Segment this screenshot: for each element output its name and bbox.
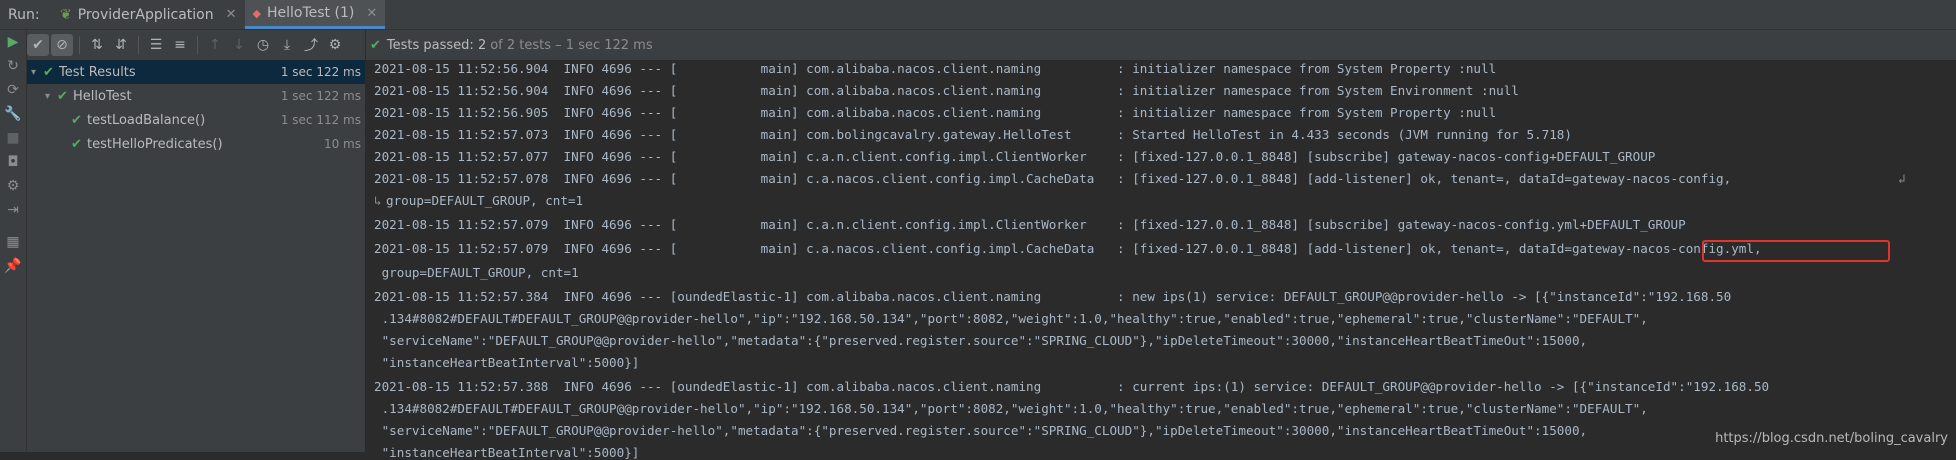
history-icon[interactable]: ◷ xyxy=(252,34,274,56)
toolbar-separator xyxy=(197,36,198,54)
console-line: 2021-08-15 11:52:57.384 INFO 4696 --- [o… xyxy=(374,289,1732,304)
close-icon[interactable]: ✕ xyxy=(226,7,237,22)
console-line: 2021-08-15 11:52:57.388 INFO 4696 --- [o… xyxy=(374,379,1770,394)
tree-row-duration: 1 sec 112 ms xyxy=(280,113,361,127)
test-toolbar: ✔ ⊘ ⇅ ⇵ ☰ ≡ ↑ ↓ ◷ ⤓ ⤴ ⚙ xyxy=(27,30,365,60)
console-line: 2021-08-15 11:52:56.904 INFO 4696 --- [ … xyxy=(374,61,1497,76)
test-status-bar: ✔ Tests passed: 2 of 2 tests – 1 sec 122… xyxy=(366,30,1956,60)
tests-passed-label: Tests passed: 2 xyxy=(386,37,487,53)
console-line: 2021-08-15 11:52:57.078 INFO 4696 --- [ … xyxy=(374,171,1739,186)
tree-row-hello-test[interactable]: ▾ ✔ HelloTest 1 sec 122 ms xyxy=(27,84,365,108)
console-line: group=DEFAULT_GROUP, cnt=1 xyxy=(386,193,584,208)
console-line: 2021-08-15 11:52:56.905 INFO 4696 --- [ … xyxy=(374,105,1497,120)
tree-row-label: Test Results xyxy=(59,64,136,80)
console-line: 2021-08-15 11:52:56.904 INFO 4696 --- [ … xyxy=(374,83,1519,98)
wrench-icon[interactable]: 🔧 xyxy=(3,104,23,124)
tab-label: HelloTest (1) xyxy=(266,5,355,21)
check-icon: ✔ xyxy=(57,88,68,104)
tree-row-test-hello-predicates[interactable]: ✔ testHelloPredicates() 10 ms xyxy=(27,132,365,156)
tab-hello-test[interactable]: ◆ HelloTest (1) ✕ xyxy=(244,0,386,29)
console-line: "instanceHeartBeatInterval":5000}] xyxy=(374,445,640,460)
layout-icon[interactable]: ▦ xyxy=(3,232,23,252)
tree-row-label: testLoadBalance() xyxy=(87,112,206,128)
sort-alpha-icon[interactable]: ⇅ xyxy=(86,34,108,56)
rerun-icon[interactable]: ▶ xyxy=(3,32,23,52)
chevron-down-icon[interactable]: ▾ xyxy=(45,91,57,102)
tab-provider-application[interactable]: ❦ ProviderApplication ✕ xyxy=(52,0,245,29)
check-icon: ✔ xyxy=(43,64,54,80)
console-line: .134#8082#DEFAULT#DEFAULT_GROUP@@provide… xyxy=(374,311,1648,326)
toggle-autotest-icon[interactable]: ⟳ xyxy=(3,80,23,100)
soft-wrap-continue-icon: ↳ xyxy=(374,193,382,208)
export-tests-icon[interactable]: ⤴ xyxy=(300,34,322,56)
highlight-box xyxy=(1702,240,1890,262)
check-icon: ✔ xyxy=(71,112,82,128)
gear-icon[interactable]: ⚙ xyxy=(324,34,346,56)
show-passed-icon[interactable]: ✔ xyxy=(27,34,49,56)
console-line: 2021-08-15 11:52:57.079 INFO 4696 --- [ … xyxy=(374,241,1762,256)
next-failed-icon[interactable]: ↓ xyxy=(228,34,250,56)
test-tree: ▾ ✔ Test Results 1 sec 122 ms ▾ ✔ HelloT… xyxy=(27,60,365,156)
tree-row-label: testHelloPredicates() xyxy=(87,136,223,152)
pin-icon[interactable]: 📌 xyxy=(3,256,23,276)
console-line: "serviceName":"DEFAULT_GROUP@@provider-h… xyxy=(374,333,1588,348)
tree-row-test-results[interactable]: ▾ ✔ Test Results 1 sec 122 ms xyxy=(27,60,365,84)
previous-failed-icon[interactable]: ↑ xyxy=(204,34,226,56)
console-line: .134#8082#DEFAULT#DEFAULT_GROUP@@provide… xyxy=(374,401,1648,416)
expand-all-icon[interactable]: ☰ xyxy=(145,34,167,56)
console-line: group=DEFAULT_GROUP, cnt=1 xyxy=(374,265,579,280)
sort-duration-icon[interactable]: ⇵ xyxy=(110,34,132,56)
settings-icon[interactable]: ⚙ xyxy=(3,176,23,196)
toolbar-separator xyxy=(138,36,139,54)
watermark: https://blog.csdn.net/boling_cavalry xyxy=(1715,431,1948,446)
camera-icon[interactable]: ◘ xyxy=(3,152,23,172)
console-output[interactable]: 2021-08-15 11:52:56.904 INFO 4696 --- [ … xyxy=(366,60,1956,460)
tab-label: ProviderApplication xyxy=(77,6,214,23)
console-line: 2021-08-15 11:52:57.073 INFO 4696 --- [ … xyxy=(374,127,1572,142)
import-tests-icon[interactable]: ⤓ xyxy=(276,34,298,56)
tests-passed-detail: of 2 tests – 1 sec 122 ms xyxy=(490,37,653,53)
show-ignored-icon[interactable]: ⊘ xyxy=(51,34,73,56)
spring-leaf-icon: ❦ xyxy=(60,6,72,23)
close-icon[interactable]: ✕ xyxy=(366,6,377,21)
check-icon: ✔ xyxy=(370,37,381,53)
console-line: "serviceName":"DEFAULT_GROUP@@provider-h… xyxy=(374,423,1588,438)
console-line: "instanceHeartBeatInterval":5000}] xyxy=(374,355,640,370)
run-actions-bar: ▶ ↻ ⟳ 🔧 ■ ◘ ⚙ ⇥ ▦ 📌 xyxy=(0,30,27,452)
chevron-down-icon[interactable]: ▾ xyxy=(31,67,43,78)
check-icon: ✔ xyxy=(71,136,82,152)
stop-icon[interactable]: ■ xyxy=(3,128,23,148)
tree-row-test-load-balance[interactable]: ✔ testLoadBalance() 1 sec 112 ms xyxy=(27,108,365,132)
test-class-icon: ◆ xyxy=(252,6,261,20)
run-label: Run: xyxy=(8,6,40,23)
soft-wrap-icon: ↲ xyxy=(1898,171,1906,186)
console-line: 2021-08-15 11:52:57.079 INFO 4696 --- [ … xyxy=(374,217,1686,232)
run-tab-bar: Run: ❦ ProviderApplication ✕ ◆ HelloTest… xyxy=(0,0,1956,30)
exit-icon[interactable]: ⇥ xyxy=(3,200,23,220)
collapse-all-icon[interactable]: ≡ xyxy=(169,34,191,56)
tree-row-label: HelloTest xyxy=(73,88,132,104)
tree-row-duration: 1 sec 122 ms xyxy=(280,65,361,79)
rerun-failed-icon[interactable]: ↻ xyxy=(3,56,23,76)
console-line: 2021-08-15 11:52:57.077 INFO 4696 --- [ … xyxy=(374,149,1656,164)
tree-row-duration: 10 ms xyxy=(323,137,361,151)
toolbar-separator xyxy=(79,36,80,54)
tree-row-duration: 1 sec 122 ms xyxy=(280,89,361,103)
